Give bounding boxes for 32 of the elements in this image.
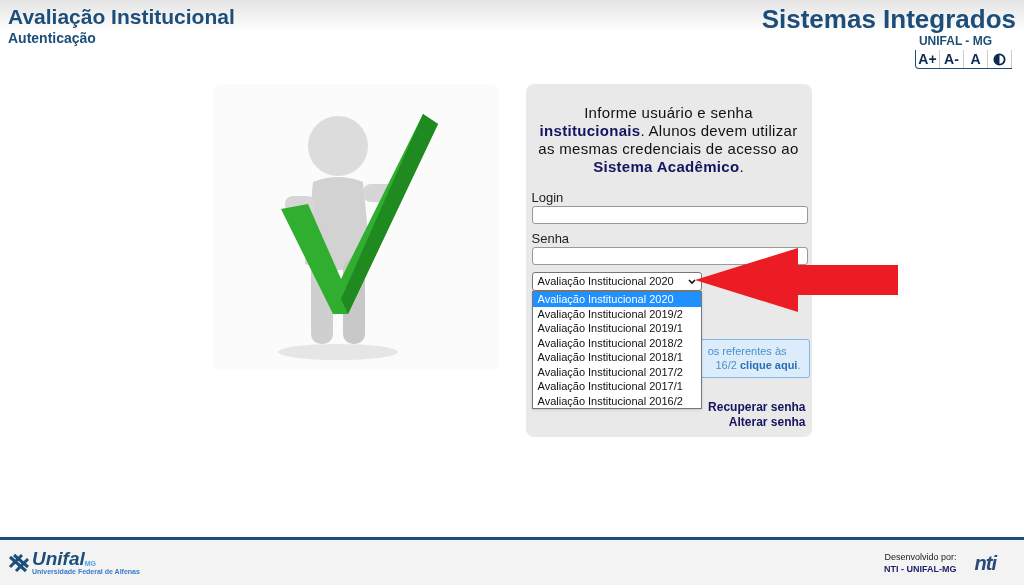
- field-label: Login: [531, 190, 565, 206]
- logo-icon: [8, 552, 30, 573]
- logo-text: Unifal: [32, 549, 85, 568]
- dropdown-option[interactable]: Avaliação Institucional 2018/1: [532, 350, 701, 365]
- credit-text: Desenvolvido por:: [884, 550, 957, 563]
- system-subtitle: UNIFAL - MG: [918, 34, 992, 48]
- dropdown-option[interactable]: Avaliação Institucional 2019/2: [532, 306, 701, 321]
- dropdown-option[interactable]: Avaliação Institucional 2017/2: [532, 364, 701, 379]
- dropdown-option[interactable]: Avaliação Institucional 2019/1: [532, 321, 701, 336]
- font-size-button[interactable]: A+: [916, 50, 940, 68]
- system-title: Sistemas Integrados: [761, 4, 1016, 34]
- dropdown-option[interactable]: Avaliação Institucional 2016/2: [532, 393, 701, 408]
- font-size-button[interactable]: A-: [940, 50, 964, 68]
- input-field[interactable]: [531, 247, 808, 265]
- dropdown-option[interactable]: Avaliação Institucional 2018/2: [532, 335, 701, 350]
- chevron-icon: [687, 278, 696, 285]
- notice-text: 16/2: [715, 358, 738, 372]
- nti-logo: nti: [974, 552, 996, 573]
- account-link[interactable]: Recuperar senha: [708, 400, 806, 415]
- page-title: Avaliação Institucional: [8, 4, 235, 30]
- input-field[interactable]: [531, 206, 808, 224]
- credit-text: NTI - UNIFAL-MG: [884, 562, 957, 575]
- page-subtitle: Autenticação: [8, 30, 97, 46]
- instructions-text: Informe usuário e senha institucionais. Alunos devem utilizar as mesmas credenciais de acesso ao Sistema Acadêmico.: [537, 103, 800, 176]
- notice-text: os referentes às: [707, 344, 788, 358]
- account-link[interactable]: Alterar senha: [728, 415, 806, 430]
- field-label: Senha: [531, 231, 571, 247]
- notice-text: .: [797, 358, 801, 372]
- font-size-button[interactable]: A: [964, 50, 988, 68]
- arrow-icon: [695, 248, 898, 312]
- dropdown-option[interactable]: Avaliação Institucional 2017/1: [532, 379, 701, 394]
- period-select[interactable]: Avaliação Institucional 2020: [531, 272, 702, 291]
